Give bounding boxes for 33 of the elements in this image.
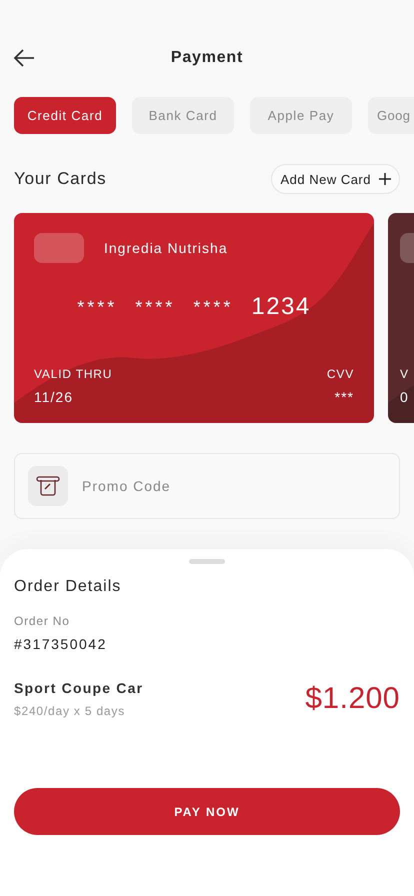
pay-now-button[interactable]: PAY NOW: [14, 788, 400, 835]
valid-thru-label: V: [400, 367, 409, 381]
add-new-card-button[interactable]: Add New Card: [271, 164, 400, 194]
credit-card[interactable]: V 0: [388, 213, 414, 423]
coupon-icon: [28, 466, 68, 506]
card-number-group: 1234: [251, 293, 311, 321]
order-number: #317350042: [14, 636, 108, 652]
payment-method-tab[interactable]: Bank Card: [132, 97, 234, 134]
payment-method-tab[interactable]: Credit Card: [14, 97, 116, 134]
item-rate: $240/day x 5 days: [14, 704, 126, 718]
order-details-title: Order Details: [14, 578, 122, 596]
credit-card[interactable]: Ingredia Nutrisha **** **** **** 1234 VALID THRU 11/26 CVV ***: [14, 213, 374, 423]
order-number-label: Order No: [14, 614, 71, 628]
expiry-date: 0: [400, 389, 409, 405]
card-number-group: ****: [193, 296, 234, 318]
payment-method-tab[interactable]: Apple Pay: [250, 97, 352, 134]
promo-code-field[interactable]: Promo Code: [80, 477, 386, 495]
card-holder-name: Ingredia Nutrisha: [104, 240, 228, 256]
chip-icon: [34, 233, 84, 263]
section-title: Your Cards: [14, 169, 106, 189]
plus-icon: [379, 173, 391, 185]
payment-method-tab[interactable]: Goog: [368, 97, 414, 134]
back-arrow-icon[interactable]: [13, 49, 35, 67]
page-title: Payment: [170, 49, 244, 67]
total-price: $1.200: [305, 682, 400, 716]
card-number-group: ****: [135, 296, 176, 318]
cvv-label: CVV: [326, 367, 354, 381]
item-name: Sport Coupe Car: [14, 680, 144, 696]
valid-thru-label: VALID THRU: [34, 367, 112, 381]
drag-handle[interactable]: [189, 559, 225, 564]
card-number-group: ****: [77, 296, 118, 318]
cvv-value: ***: [334, 389, 354, 405]
expiry-date: 11/26: [34, 389, 74, 405]
